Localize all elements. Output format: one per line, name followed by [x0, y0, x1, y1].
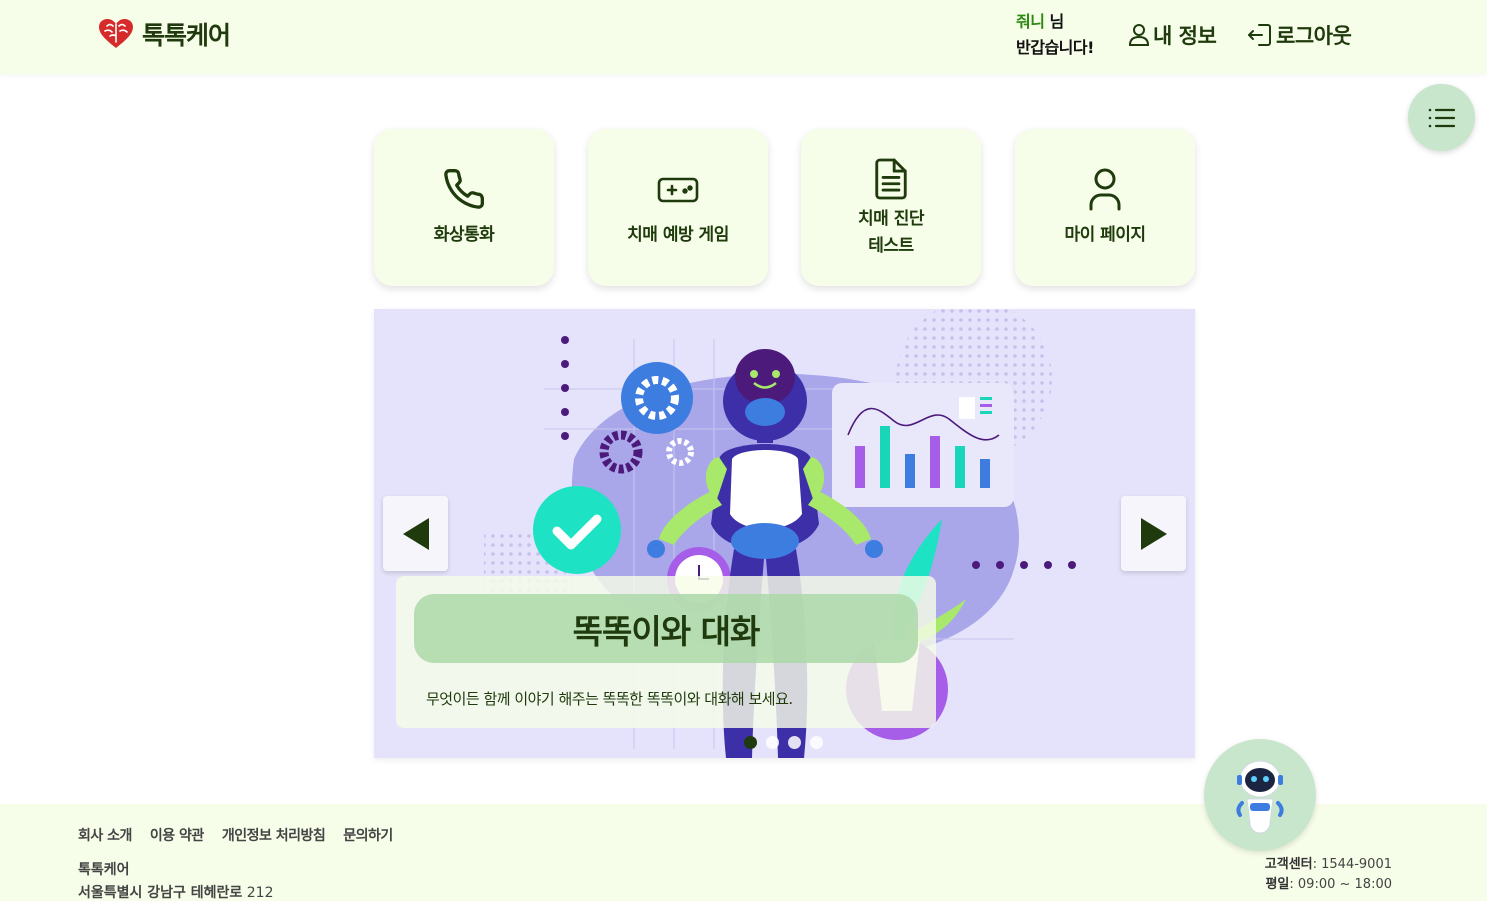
logo-text: 톡톡케어	[142, 21, 231, 50]
footer-address: 서울특별시 강남구 테헤란로 212	[78, 882, 274, 901]
dementia-test-card[interactable]: 치매 진단 테스트	[801, 129, 981, 286]
contact-value: : 1544-9001	[1312, 857, 1392, 872]
chatbot-fab-button[interactable]	[1204, 739, 1316, 851]
caret-left-icon	[402, 517, 429, 550]
footer-contact: 고객센터: 1544-9001 평일: 09:00 ~ 18:00	[1265, 855, 1392, 895]
dementia-test-label-line1: 치매 진단	[858, 208, 924, 229]
carousel-prev-button[interactable]	[383, 496, 448, 571]
logo[interactable]: 톡톡케어	[98, 16, 231, 52]
address-number: 212	[246, 885, 274, 901]
contact-label: 고객센터	[1264, 857, 1313, 872]
gamepad-icon	[657, 177, 699, 203]
caret-right-icon	[1140, 517, 1167, 550]
phone-icon-wrap	[442, 166, 486, 212]
feature-carousel[interactable]: 똑똑이와 대화 무엇이든 함께 이야기 해주는 똑똑한 똑똑이와 대화해 보세요…	[374, 309, 1195, 758]
robot-icon	[1236, 760, 1284, 834]
my-info-label: 내 정보	[1153, 24, 1217, 48]
carousel-next-button[interactable]	[1121, 496, 1186, 571]
slide-description: 무엇이든 함께 이야기 해주는 똑똑한 똑똑이와 대화해 보세요.	[426, 690, 793, 708]
phone-icon	[444, 169, 484, 209]
menu-fab-button[interactable]	[1408, 84, 1475, 151]
weekday-label: 평일	[1265, 877, 1290, 892]
footer-link-about[interactable]: 회사 소개	[78, 825, 132, 845]
my-page-card[interactable]: 마이 페이지	[1015, 129, 1195, 286]
carousel-indicators	[744, 736, 832, 749]
document-icon	[875, 158, 907, 199]
logout-link[interactable]: 로그아웃	[1247, 20, 1352, 50]
video-call-card[interactable]: 화상통화	[374, 129, 554, 286]
my-page-label: 마이 페이지	[1064, 225, 1146, 245]
user-icon-wrap	[1087, 166, 1123, 212]
greeting-line2: 반갑습니다!	[1016, 38, 1094, 57]
carousel-dot[interactable]	[810, 736, 823, 749]
logout-icon	[1248, 24, 1271, 46]
logout-label: 로그아웃	[1276, 24, 1352, 48]
user-icon	[1089, 168, 1121, 211]
my-info-link[interactable]: 내 정보	[1128, 20, 1217, 50]
dementia-game-card[interactable]: 치매 예방 게임	[588, 129, 768, 286]
address-label: 서울특별시 강남구 테헤란로	[78, 885, 243, 901]
footer-company: 톡톡케어	[78, 862, 130, 878]
slide-title: 똑똑이와 대화	[414, 594, 918, 663]
weekday-value: : 09:00 ~ 18:00	[1289, 877, 1392, 892]
user-outline-icon	[1128, 24, 1150, 46]
dementia-test-label: 치매 진단 테스트	[858, 206, 924, 260]
footer-link-terms[interactable]: 이용 약관	[150, 825, 204, 845]
footer-link-privacy[interactable]: 개인정보 처리방침	[222, 825, 326, 845]
user-name: 줘니	[1016, 12, 1045, 31]
video-call-label: 화상통화	[433, 225, 495, 245]
carousel-dot[interactable]	[788, 736, 801, 749]
dementia-test-label-line2: 테스트	[868, 235, 914, 256]
list-icon	[1428, 108, 1455, 127]
greeting: 줘니 님 반갑습니다!	[1016, 9, 1094, 61]
slide-caption: 똑똑이와 대화 무엇이든 함께 이야기 해주는 똑똑한 똑똑이와 대화해 보세요…	[396, 576, 936, 728]
greeting-suffix: 님	[1049, 12, 1065, 31]
carousel-dot[interactable]	[766, 736, 779, 749]
top-header: 톡톡케어 줘니 님 반갑습니다! 내 정보 로그아웃	[0, 0, 1487, 74]
brain-heart-icon	[99, 19, 133, 48]
document-icon-wrap	[872, 156, 910, 202]
gamepad-icon-wrap	[656, 166, 700, 212]
carousel-dot[interactable]	[744, 736, 757, 749]
dementia-game-label: 치매 예방 게임	[627, 225, 729, 245]
footer-links: 회사 소개 이용 약관 개인정보 처리방침 문의하기	[78, 825, 411, 845]
footer-link-contact[interactable]: 문의하기	[343, 825, 393, 845]
